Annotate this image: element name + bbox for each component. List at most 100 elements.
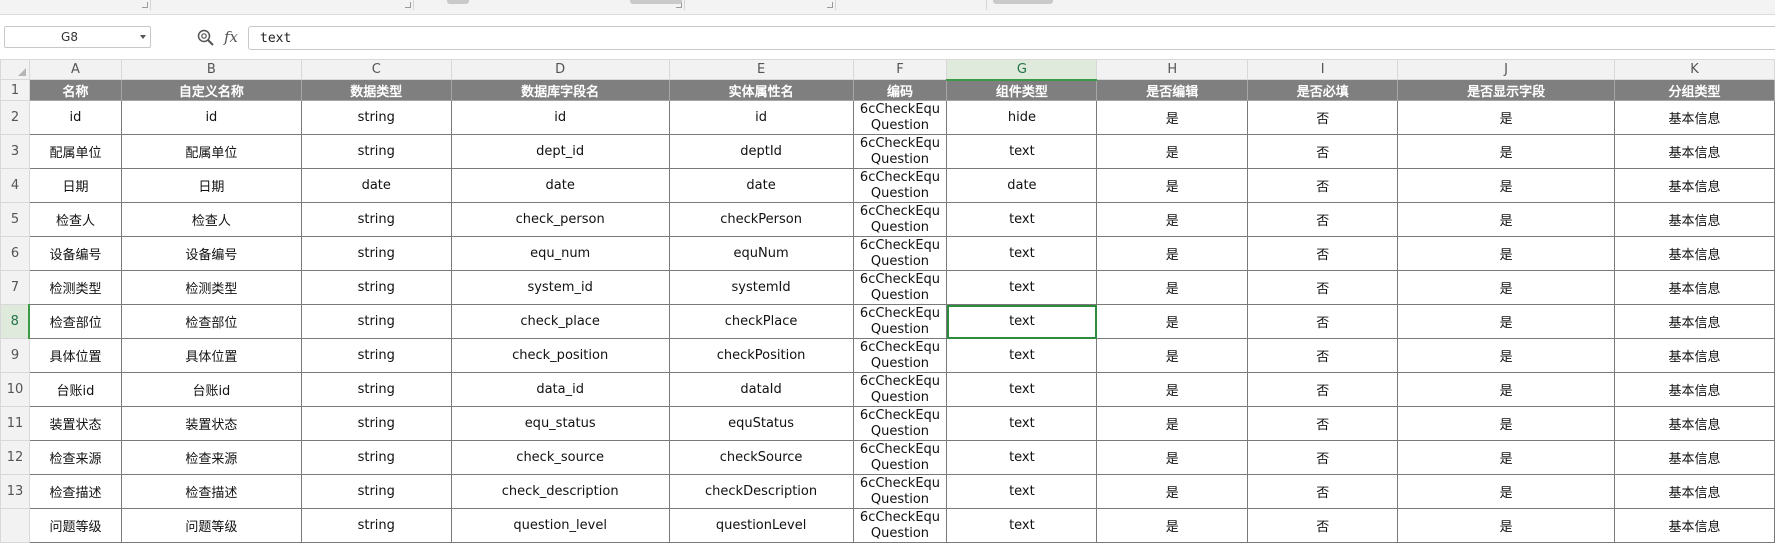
table-cell[interactable]: 是 [1096, 338, 1249, 373]
table-cell[interactable]: check_place [450, 304, 670, 339]
table-cell[interactable]: hide [946, 100, 1098, 135]
column-header-i[interactable]: I [1247, 59, 1399, 80]
header-cell[interactable]: 是否编辑 [1096, 79, 1249, 101]
table-cell[interactable]: deptId [668, 134, 854, 169]
header-cell[interactable]: 数据库字段名 [450, 79, 670, 101]
active-cell[interactable]: text [946, 304, 1098, 339]
table-cell[interactable]: questionLevel [668, 508, 854, 543]
table-cell[interactable]: 是 [1397, 134, 1616, 169]
group-launcher-icon[interactable] [142, 2, 148, 8]
header-cell[interactable]: 分组类型 [1614, 79, 1775, 101]
table-cell[interactable]: 具体位置 [120, 338, 302, 373]
table-cell[interactable]: equNum [668, 236, 854, 271]
table-cell[interactable]: 检测类型 [28, 270, 122, 305]
table-cell[interactable]: 检查描述 [120, 474, 302, 509]
table-cell[interactable]: text [946, 270, 1098, 305]
row-number[interactable]: 3 [0, 134, 30, 169]
column-header-a[interactable]: A [28, 59, 122, 80]
row-number[interactable]: 12 [0, 440, 30, 475]
header-cell[interactable]: 编码 [852, 79, 948, 101]
table-cell[interactable]: text [946, 406, 1098, 441]
table-cell[interactable]: 是 [1397, 508, 1616, 543]
table-cell[interactable]: 否 [1247, 474, 1399, 509]
row-number[interactable]: 2 [0, 100, 30, 135]
table-cell[interactable]: string [300, 372, 452, 407]
table-cell[interactable]: check_description [450, 474, 670, 509]
table-cell[interactable]: 是 [1096, 100, 1249, 135]
table-cell[interactable]: id [120, 100, 302, 135]
table-cell[interactable]: 否 [1247, 100, 1399, 135]
table-cell[interactable]: equStatus [668, 406, 854, 441]
row-number[interactable]: 11 [0, 406, 30, 441]
table-cell[interactable]: 设备编号 [120, 236, 302, 271]
row-number[interactable]: 4 [0, 168, 30, 203]
table-cell[interactable]: 6cCheckEquQuestion [852, 406, 948, 441]
table-cell[interactable]: 基本信息 [1614, 406, 1775, 441]
table-cell[interactable]: 问题等级 [120, 508, 302, 543]
table-cell[interactable]: 6cCheckEquQuestion [852, 100, 948, 135]
table-cell[interactable]: 检查人 [120, 202, 302, 237]
table-cell[interactable]: checkPosition [668, 338, 854, 373]
table-cell[interactable]: systemId [668, 270, 854, 305]
table-cell[interactable]: 6cCheckEquQuestion [852, 338, 948, 373]
table-cell[interactable]: text [946, 474, 1098, 509]
table-cell[interactable]: 否 [1247, 406, 1399, 441]
table-cell[interactable]: 基本信息 [1614, 134, 1775, 169]
header-cell[interactable]: 数据类型 [300, 79, 452, 101]
table-cell[interactable]: 配属单位 [28, 134, 122, 169]
table-cell[interactable]: text [946, 338, 1098, 373]
table-cell[interactable]: string [300, 134, 452, 169]
table-cell[interactable]: date [668, 168, 854, 203]
table-cell[interactable]: 是 [1397, 338, 1616, 373]
row-number[interactable]: 9 [0, 338, 30, 373]
header-cell[interactable]: 是否必填 [1247, 79, 1399, 101]
column-header-d[interactable]: D [450, 59, 670, 80]
table-cell[interactable]: string [300, 270, 452, 305]
table-cell[interactable]: 基本信息 [1614, 474, 1775, 509]
table-cell[interactable]: 检测类型 [120, 270, 302, 305]
table-cell[interactable]: 否 [1247, 236, 1399, 271]
table-cell[interactable]: 6cCheckEquQuestion [852, 270, 948, 305]
column-header-b[interactable]: B [120, 59, 302, 80]
table-cell[interactable]: 是 [1397, 304, 1616, 339]
table-cell[interactable]: 基本信息 [1614, 168, 1775, 203]
table-cell[interactable]: 是 [1096, 236, 1249, 271]
table-cell[interactable]: 6cCheckEquQuestion [852, 304, 948, 339]
chevron-down-icon[interactable] [140, 35, 146, 39]
table-cell[interactable]: 是 [1096, 372, 1249, 407]
row-number[interactable]: 10 [0, 372, 30, 407]
formula-input[interactable]: text [248, 26, 1775, 50]
table-cell[interactable]: 基本信息 [1614, 202, 1775, 237]
table-cell[interactable]: 是 [1096, 406, 1249, 441]
table-cell[interactable]: check_person [450, 202, 670, 237]
table-cell[interactable]: checkSource [668, 440, 854, 475]
table-cell[interactable]: 是 [1096, 270, 1249, 305]
table-cell[interactable]: string [300, 304, 452, 339]
table-cell[interactable]: data_id [450, 372, 670, 407]
table-cell[interactable]: text [946, 372, 1098, 407]
table-cell[interactable]: 台账id [120, 372, 302, 407]
table-cell[interactable]: 否 [1247, 134, 1399, 169]
table-cell[interactable]: check_source [450, 440, 670, 475]
header-cell[interactable]: 名称 [28, 79, 122, 101]
table-cell[interactable]: 6cCheckEquQuestion [852, 372, 948, 407]
table-cell[interactable]: 检查描述 [28, 474, 122, 509]
table-cell[interactable]: 是 [1397, 474, 1616, 509]
table-cell[interactable]: 是 [1096, 202, 1249, 237]
table-cell[interactable]: 是 [1397, 440, 1616, 475]
header-cell[interactable]: 实体属性名 [668, 79, 854, 101]
table-cell[interactable]: 检查人 [28, 202, 122, 237]
table-cell[interactable]: 6cCheckEquQuestion [852, 440, 948, 475]
table-cell[interactable]: question_level [450, 508, 670, 543]
table-cell[interactable]: 否 [1247, 508, 1399, 543]
column-header-g[interactable]: G [946, 59, 1098, 81]
table-cell[interactable]: id [450, 100, 670, 135]
table-cell[interactable]: check_position [450, 338, 670, 373]
table-cell[interactable]: text [946, 440, 1098, 475]
table-cell[interactable]: 具体位置 [28, 338, 122, 373]
zoom-icon[interactable] [196, 28, 216, 48]
select-all-corner[interactable] [0, 59, 30, 80]
column-header-e[interactable]: E [668, 59, 854, 80]
table-cell[interactable]: 是 [1096, 134, 1249, 169]
table-cell[interactable]: 检查部位 [28, 304, 122, 339]
